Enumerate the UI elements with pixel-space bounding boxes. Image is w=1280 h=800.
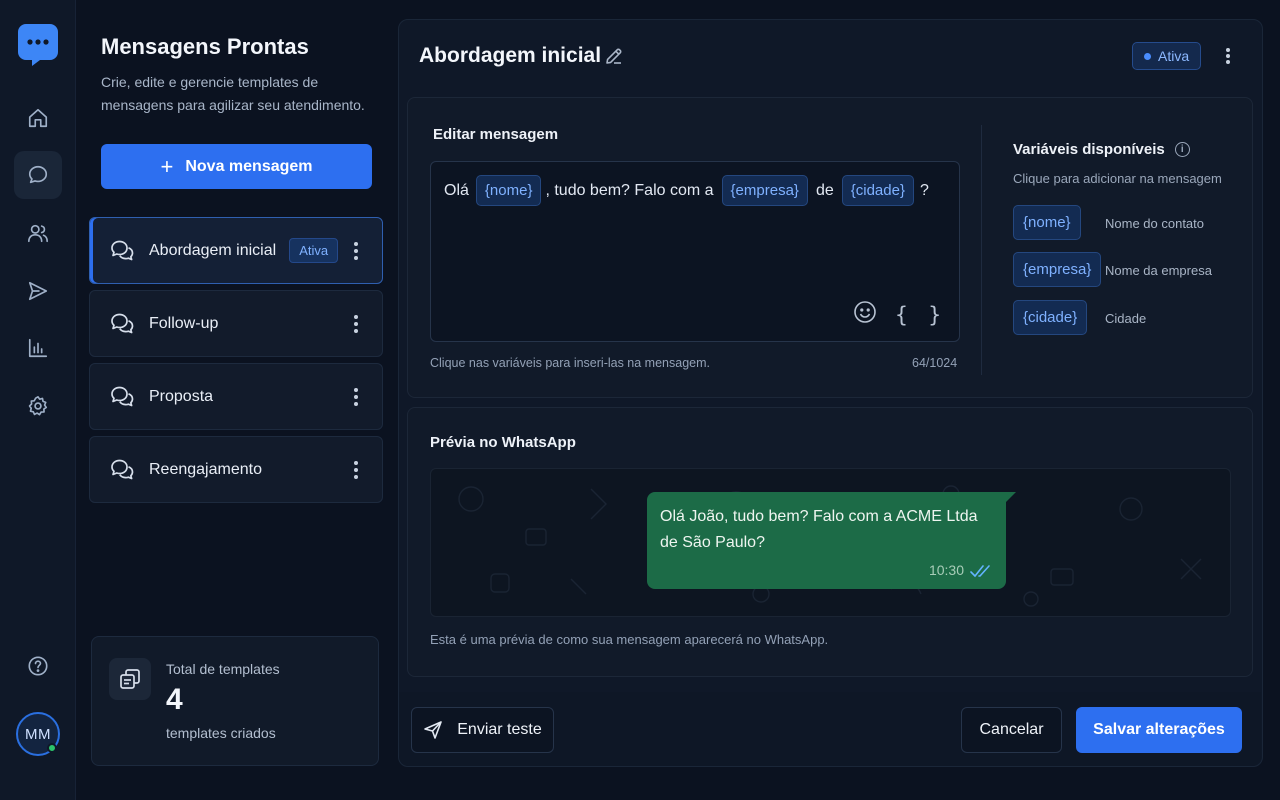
status-label: Ativa [1158, 48, 1190, 64]
nav-campaigns-button[interactable] [14, 267, 62, 315]
templates-stats-card: Total de templates 4 templates criados [91, 636, 379, 766]
bar-chart-icon [28, 338, 48, 358]
editor-hint: Clique nas variáveis para inseri-las na … [430, 356, 710, 370]
nav-settings-button[interactable] [14, 382, 62, 430]
template-name: Follow-up [149, 314, 219, 332]
panel-subtitle: Crie, edite e gerencie templates de mens… [101, 74, 365, 113]
variable-description: Nome do contato [1105, 216, 1205, 231]
template-more-button[interactable] [346, 459, 366, 481]
info-icon[interactable]: i [1174, 142, 1190, 157]
variable-description: Cidade [1105, 311, 1147, 326]
template-item-reengajamento[interactable]: Reengajamento [89, 436, 383, 503]
send-icon [28, 281, 48, 301]
preview-message-bubble: Olá João, tudo bem? Falo com a ACME Ltda… [647, 492, 1016, 589]
nav-reports-button[interactable] [14, 324, 62, 372]
nav-messages-button[interactable] [14, 151, 62, 199]
online-status-dot [47, 743, 57, 753]
plus-icon: + [160, 153, 174, 179]
stats-count: 4 [166, 683, 183, 716]
message-text: de [815, 181, 834, 199]
template-more-button[interactable] [346, 240, 366, 262]
variables-subtitle: Clique para adicionar na mensagem [1013, 171, 1222, 186]
bubble-tail [1006, 492, 1016, 502]
editor-section-title: Editar mensagem [433, 126, 559, 143]
template-item-proposta[interactable]: Proposta [89, 363, 383, 430]
char-counter: 64/1024 [912, 356, 958, 370]
status-dot [1144, 52, 1151, 60]
message-textarea[interactable]: Olá {nome} , tudo bem? Falo com a {empre… [430, 161, 960, 342]
message-time: 10:30 [928, 562, 964, 578]
message-content: Olá {nome} , tudo bem? Falo com a {empre… [444, 175, 929, 206]
chat-bubbles-icon [109, 457, 135, 483]
copy-templates-icon [109, 658, 151, 700]
preview-title: Prévia no WhatsApp [430, 434, 576, 451]
pencil-icon[interactable] [604, 46, 624, 66]
save-changes-button[interactable]: Salvar alterações [1076, 707, 1242, 753]
template-title: Abordagem inicial [419, 44, 602, 67]
chat-bubbles-icon [109, 384, 135, 410]
textarea-toolbar: { } [853, 300, 945, 329]
variables-title-text: Variáveis disponíveis [1013, 141, 1165, 158]
gear-icon [28, 396, 48, 416]
message-text: , tudo bem? Falo com a [545, 181, 714, 199]
nav-contacts-button[interactable] [14, 209, 62, 257]
status-badge: Ativa [289, 238, 339, 263]
save-label: Salvar alterações [1093, 721, 1225, 738]
variable-option-cidade[interactable]: {cidade} [1013, 300, 1088, 335]
message-text: ? [919, 181, 929, 199]
template-status-badge[interactable]: Ativa [1132, 42, 1202, 70]
nav-home-button[interactable] [14, 94, 62, 142]
insert-variable-icon[interactable]: { } [895, 303, 945, 327]
chat-bubble-logo-icon [18, 24, 58, 66]
template-name: Reengajamento [149, 460, 262, 478]
send-test-button[interactable]: Enviar teste [411, 707, 554, 753]
template-name: Abordagem inicial [149, 241, 277, 259]
stats-caption: templates criados [166, 725, 276, 741]
cancel-label: Cancelar [979, 721, 1044, 738]
template-more-button[interactable] [346, 386, 366, 408]
user-avatar[interactable]: MM [16, 712, 60, 756]
variable-option-empresa[interactable]: {empresa} [1013, 252, 1102, 287]
help-button[interactable] [14, 642, 62, 690]
variable-option-nome[interactable]: {nome} [1013, 205, 1081, 240]
double-check-icon [970, 564, 992, 578]
stats-label: Total de templates [166, 661, 280, 677]
template-item-follow-up[interactable]: Follow-up [89, 290, 383, 357]
template-more-button[interactable] [346, 313, 366, 335]
variable-chip-nome[interactable]: {nome} [475, 175, 542, 206]
template-item-abordagem-inicial[interactable]: Abordagem inicial Ativa [89, 217, 383, 284]
template-name: Proposta [149, 387, 214, 405]
editor-divider [981, 125, 982, 375]
variables-title: Variáveis disponíveis i [1013, 141, 1190, 158]
send-test-label: Enviar teste [457, 721, 542, 738]
emoji-icon[interactable] [853, 300, 877, 329]
preview-note: Esta é uma prévia de como sua mensagem a… [430, 632, 829, 647]
variable-chip-empresa[interactable]: {empresa} [721, 175, 808, 206]
message-text: Olá [444, 181, 469, 199]
more-options-button[interactable] [1220, 46, 1236, 66]
variable-description: Nome da empresa [1105, 263, 1212, 278]
avatar-initials: MM [25, 725, 51, 743]
preview-message-text: Olá João, tudo bem? Falo com a ACME Ltda… [660, 508, 978, 551]
chat-bubbles-icon [109, 238, 135, 264]
chat-icon [28, 165, 48, 184]
paper-plane-icon [424, 721, 443, 739]
panel-title: Mensagens Prontas [101, 34, 309, 59]
help-circle-icon [28, 656, 48, 676]
cancel-button[interactable]: Cancelar [961, 707, 1062, 753]
new-message-label: Nova mensagem [185, 157, 313, 175]
chat-bubbles-icon [109, 311, 135, 337]
users-icon [28, 224, 48, 243]
nav-rail: MM [0, 0, 76, 800]
variable-chip-cidade[interactable]: {cidade} [841, 175, 914, 206]
new-message-button[interactable]: + Nova mensagem [101, 144, 372, 189]
home-icon [28, 108, 48, 128]
